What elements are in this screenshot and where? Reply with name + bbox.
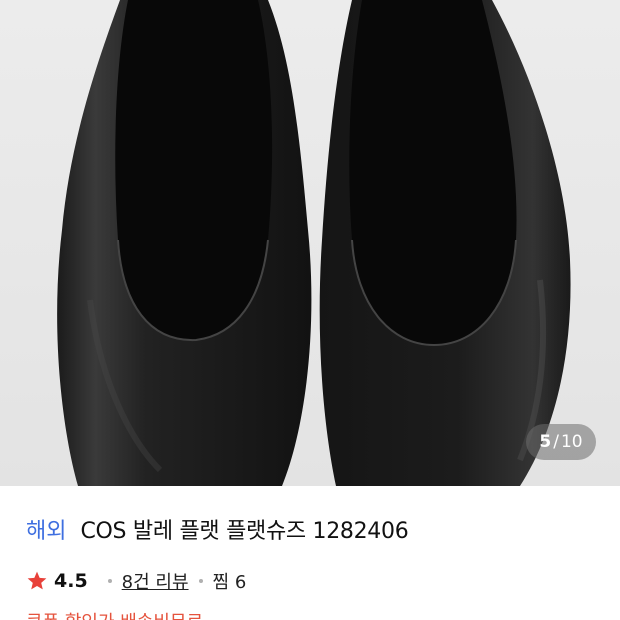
promo-text: 쿠폰 할인가 배송비무료 [26,612,226,620]
separator-dot [198,579,203,583]
image-counter-total: 10 [560,432,583,452]
product-info: 해외 COS 발레 플랫 플랫슈즈 1282406 4.5 8건 리뷰 찜 6 … [0,486,620,620]
left-shoe [57,0,312,486]
star-icon [27,571,47,590]
product-title: COS 발레 플랫 플랫슈즈 1282406 [80,519,409,544]
image-counter-separator: / [553,432,559,452]
product-image-gallery[interactable]: 5 / 10 [0,0,620,486]
wishlist-count: 찜 6 [212,572,247,593]
reviews-link[interactable]: 8건 리뷰 [122,568,189,594]
image-counter-current: 5 [539,432,552,452]
product-meta-row: 4.5 8건 리뷰 찜 6 [26,568,246,594]
product-photo [0,0,620,486]
image-counter: 5 / 10 [526,424,596,460]
product-title-row: 해외 COS 발레 플랫 플랫슈즈 1282406 [26,513,409,545]
promo-text-clipped: 쿠폰 할인가 배송비무료 [26,612,226,620]
separator-dot [107,579,112,583]
rating-value: 4.5 [54,570,88,592]
overseas-badge: 해외 [26,519,67,544]
